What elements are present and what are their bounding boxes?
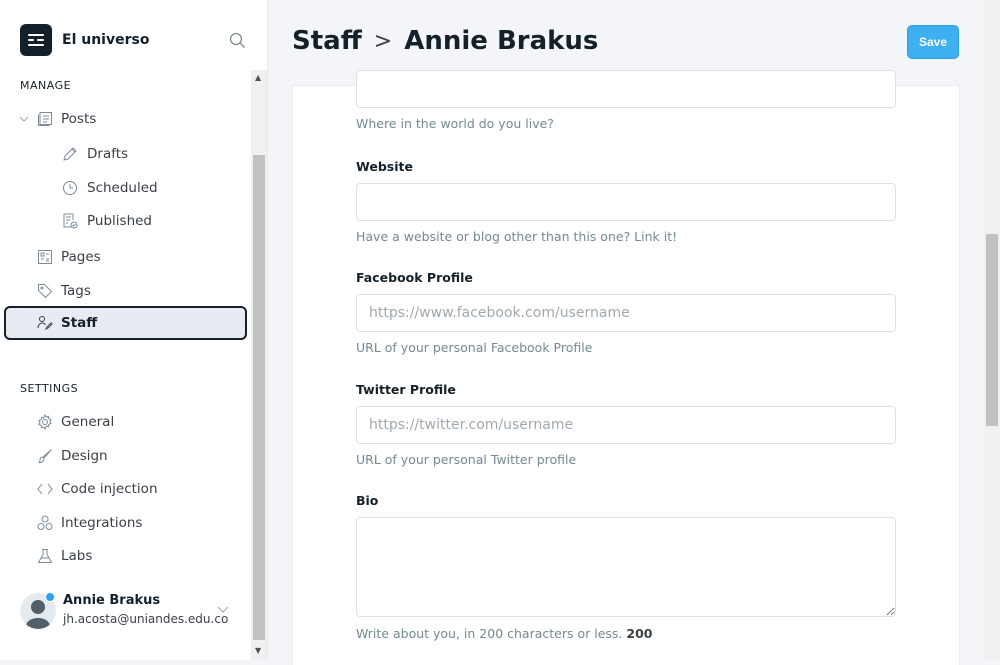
- chevron-down-icon[interactable]: [217, 606, 229, 614]
- sidebar-item-posts[interactable]: Posts: [4, 102, 247, 136]
- sidebar: El universo ▲ ▼ MANAGE Posts Drafts Sched…: [0, 0, 268, 660]
- breadcrumb: Staff > Annie Brakus: [292, 26, 598, 56]
- bio-field-group: Bio Write about you, in 200 characters o…: [356, 493, 896, 641]
- breadcrumb-parent-link[interactable]: Staff: [292, 26, 362, 56]
- sidebar-item-label: Design: [61, 448, 108, 464]
- sidebar-item-drafts[interactable]: Drafts: [4, 137, 247, 171]
- sidebar-item-label: Labs: [61, 548, 93, 564]
- settings-section-label: SETTINGS: [20, 382, 79, 395]
- website-field-group: Website Have a website or blog other tha…: [356, 159, 896, 244]
- sidebar-item-code-injection[interactable]: Code injection: [4, 472, 247, 506]
- sidebar-item-label: General: [61, 414, 115, 430]
- sidebar-item-published[interactable]: Published: [4, 204, 247, 238]
- sidebar-item-pages[interactable]: Pages: [4, 240, 247, 274]
- brand-logo: [20, 24, 52, 56]
- location-input[interactable]: [356, 70, 896, 108]
- twitter-field-group: Twitter Profile URL of your personal Twi…: [356, 382, 896, 467]
- profile-form: Where in the world do you live? Website …: [292, 70, 960, 665]
- website-hint: Have a website or blog other than this o…: [356, 229, 678, 244]
- sidebar-item-label: Pages: [61, 249, 101, 265]
- user-name: Annie Brakus: [63, 593, 161, 608]
- sidebar-item-design[interactable]: Design: [4, 439, 247, 473]
- page-scrollbar[interactable]: [984, 0, 1000, 660]
- tag-icon: [38, 284, 53, 299]
- sidebar-scrollbar-thumb[interactable]: [253, 155, 265, 640]
- brand[interactable]: El universo: [20, 24, 149, 56]
- bio-hint-text: Write about you, in 200 characters or le…: [356, 626, 623, 641]
- sidebar-item-staff[interactable]: Staff: [4, 306, 247, 340]
- facebook-hint: URL of your personal Facebook Profile: [356, 340, 593, 355]
- gear-icon: [38, 414, 52, 430]
- website-input[interactable]: [356, 183, 896, 221]
- sidebar-scrollbar[interactable]: ▲ ▼: [251, 70, 267, 660]
- sidebar-item-label: Code injection: [61, 481, 158, 497]
- page-scrollbar-thumb[interactable]: [986, 234, 998, 426]
- twitter-label: Twitter Profile: [356, 382, 456, 397]
- bio-label: Bio: [356, 493, 379, 508]
- posts-icon: [38, 112, 52, 126]
- facebook-label: Facebook Profile: [356, 270, 473, 285]
- sidebar-item-general[interactable]: General: [4, 405, 247, 439]
- chevron-down-icon[interactable]: [19, 111, 29, 127]
- sidebar-item-tags[interactable]: Tags: [4, 274, 247, 308]
- pages-icon: [38, 250, 52, 264]
- brush-icon: [38, 449, 52, 464]
- integrations-icon: [37, 515, 53, 530]
- sidebar-item-label: Scheduled: [87, 180, 158, 196]
- sidebar-item-label: Posts: [61, 111, 97, 127]
- facebook-input[interactable]: [356, 294, 896, 332]
- breadcrumb-separator: >: [373, 28, 393, 54]
- code-icon: [37, 483, 53, 495]
- sidebar-item-label: Tags: [61, 283, 91, 299]
- sidebar-item-scheduled[interactable]: Scheduled: [4, 171, 247, 205]
- flask-icon: [37, 549, 53, 563]
- sidebar-item-integrations[interactable]: Integrations: [4, 506, 247, 540]
- status-indicator: [45, 592, 55, 602]
- bio-textarea[interactable]: [356, 517, 896, 617]
- sidebar-item-label: Integrations: [61, 515, 143, 531]
- bio-char-count: 200: [626, 626, 653, 641]
- sidebar-item-label: Staff: [61, 315, 98, 331]
- page-title: Annie Brakus: [404, 26, 599, 56]
- twitter-input[interactable]: [356, 406, 896, 444]
- manage-section-label: MANAGE: [20, 79, 72, 92]
- sidebar-item-labs[interactable]: Labs: [4, 539, 247, 573]
- sidebar-item-label: Drafts: [87, 146, 129, 162]
- pencil-icon: [63, 147, 77, 161]
- twitter-hint: URL of your personal Twitter profile: [356, 452, 577, 467]
- sidebar-item-label: Published: [87, 213, 152, 229]
- location-field-group: Where in the world do you live?: [356, 70, 896, 131]
- clock-icon: [63, 181, 77, 195]
- search-icon[interactable]: [229, 32, 245, 48]
- bio-hint: Write about you, in 200 characters or le…: [356, 626, 896, 641]
- user-email: jh.acosta@uniandes.edu.co: [63, 612, 229, 626]
- facebook-field-group: Facebook Profile URL of your personal Fa…: [356, 270, 896, 355]
- staff-icon: [37, 316, 53, 331]
- save-button[interactable]: Save: [907, 25, 959, 59]
- brand-name: El universo: [62, 32, 150, 48]
- published-icon: [63, 213, 78, 229]
- website-label: Website: [356, 159, 413, 174]
- location-hint: Where in the world do you live?: [356, 116, 554, 131]
